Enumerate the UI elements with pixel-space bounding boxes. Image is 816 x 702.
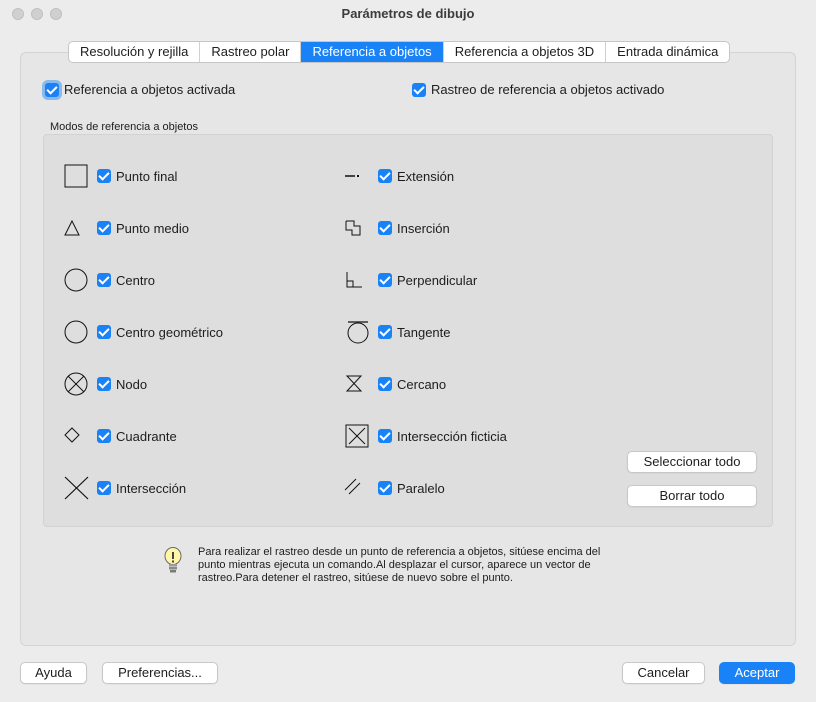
tab-bar: Resolución y rejilla Rastreo polar Refer… — [68, 41, 731, 63]
tangent-checkbox[interactable] — [378, 325, 392, 339]
help-button[interactable]: Ayuda — [20, 662, 87, 684]
square-icon — [63, 164, 89, 188]
mode-intersection[interactable]: Intersección — [63, 476, 186, 500]
nearest-label: Cercano — [397, 376, 447, 392]
midpoint-label: Punto medio — [116, 220, 189, 236]
node-icon — [63, 372, 89, 396]
intersection-label: Intersección — [116, 480, 187, 496]
mode-endpoint[interactable]: Punto final — [63, 164, 177, 188]
geometric-center-label: Centro geométrico — [116, 324, 223, 340]
hint-line: rastreo.Para detener el rastreo, sitúese… — [198, 572, 513, 584]
center-label: Centro — [116, 272, 156, 288]
diamond-icon — [63, 424, 89, 448]
hourglass-icon — [344, 372, 370, 396]
cancel-button[interactable]: Cancelar — [622, 662, 705, 684]
accept-button[interactable]: Aceptar — [719, 662, 795, 684]
insertion-icon — [344, 216, 370, 240]
preferences-button[interactable]: Preferencias... — [102, 662, 218, 684]
apparent-intersection-checkbox[interactable] — [378, 429, 392, 443]
mode-geometric-center[interactable]: Centro geométrico — [63, 320, 223, 344]
mode-apparent-intersection[interactable]: Intersección ficticia — [344, 424, 507, 448]
tab-resolution-grid[interactable]: Resolución y rejilla — [69, 42, 201, 62]
drawing-settings-window: Parámetros de dibujo Resolución y rejill… — [0, 0, 816, 702]
perpendicular-checkbox[interactable] — [378, 273, 392, 287]
title-bar: Parámetros de dibujo — [0, 0, 816, 28]
osnap-on-checkbox[interactable] — [45, 82, 59, 97]
tracking-on-option[interactable]: Rastreo de referencia a objetos activado — [412, 82, 664, 97]
mode-center[interactable]: Centro — [63, 268, 155, 292]
tracking-hint: Para realizar el rastreo desde un punto … — [162, 546, 642, 585]
hint-line: punto mientras ejecuta un comando.Al des… — [198, 559, 591, 571]
nearest-checkbox[interactable] — [378, 377, 392, 391]
perpendicular-icon — [344, 268, 370, 292]
hint-text: Para realizar el rastreo desde un punto … — [198, 546, 600, 585]
quadrant-label: Cuadrante — [116, 428, 177, 444]
geometric-center-checkbox[interactable] — [97, 325, 111, 339]
mode-tangent[interactable]: Tangente — [344, 320, 451, 344]
mode-node[interactable]: Nodo — [63, 372, 147, 396]
mode-quadrant[interactable]: Cuadrante — [63, 424, 177, 448]
insertion-checkbox[interactable] — [378, 221, 392, 235]
parallel-icon — [344, 476, 370, 500]
apparent-intersection-label: Intersección ficticia — [397, 428, 507, 444]
clear-all-button[interactable]: Borrar todo — [627, 485, 757, 507]
mode-midpoint[interactable]: Punto medio — [63, 216, 189, 240]
tab-polar-tracking[interactable]: Rastreo polar — [200, 42, 302, 62]
node-label: Nodo — [116, 376, 148, 392]
boxed-x-icon — [344, 424, 370, 448]
mode-insertion[interactable]: Inserción — [344, 216, 450, 240]
window-title: Parámetros de dibujo — [341, 6, 475, 21]
quadrant-checkbox[interactable] — [97, 429, 111, 443]
tangent-label: Tangente — [397, 324, 451, 340]
endpoint-label: Punto final — [116, 168, 178, 184]
mode-perpendicular[interactable]: Perpendicular — [344, 268, 477, 292]
tangent-icon — [344, 320, 370, 344]
lightbulb-icon — [162, 546, 184, 576]
insertion-label: Inserción — [397, 220, 450, 236]
circle-icon — [63, 320, 89, 344]
mode-nearest[interactable]: Cercano — [344, 372, 446, 396]
parallel-label: Paralelo — [397, 480, 445, 496]
osnap-on-option[interactable]: Referencia a objetos activada — [45, 82, 235, 97]
extension-label: Extensión — [397, 168, 455, 184]
perpendicular-label: Perpendicular — [397, 272, 478, 288]
center-checkbox[interactable] — [97, 273, 111, 287]
mode-parallel[interactable]: Paralelo — [344, 476, 445, 500]
triangle-icon — [63, 216, 89, 240]
node-checkbox[interactable] — [97, 377, 111, 391]
extension-icon — [344, 164, 370, 188]
osnap-on-label: Referencia a objetos activada — [64, 82, 236, 97]
intersection-checkbox[interactable] — [97, 481, 111, 495]
select-all-button[interactable]: Seleccionar todo — [627, 451, 757, 473]
midpoint-checkbox[interactable] — [97, 221, 111, 235]
extension-checkbox[interactable] — [378, 169, 392, 183]
tracking-on-label: Rastreo de referencia a objetos activado — [431, 82, 665, 97]
tab-3d-object-snap[interactable]: Referencia a objetos 3D — [444, 42, 607, 62]
snap-modes-group-label: Modos de referencia a objetos — [50, 121, 198, 133]
tracking-on-checkbox[interactable] — [412, 82, 426, 97]
tab-object-snap[interactable]: Referencia a objetos — [301, 42, 444, 62]
endpoint-checkbox[interactable] — [97, 169, 111, 183]
mode-extension[interactable]: Extensión — [344, 164, 454, 188]
circle-icon — [63, 268, 89, 292]
tab-dynamic-input[interactable]: Entrada dinámica — [606, 42, 729, 62]
parallel-checkbox[interactable] — [378, 481, 392, 495]
x-icon — [63, 476, 89, 500]
hint-line: Para realizar el rastreo desde un punto … — [198, 546, 601, 558]
